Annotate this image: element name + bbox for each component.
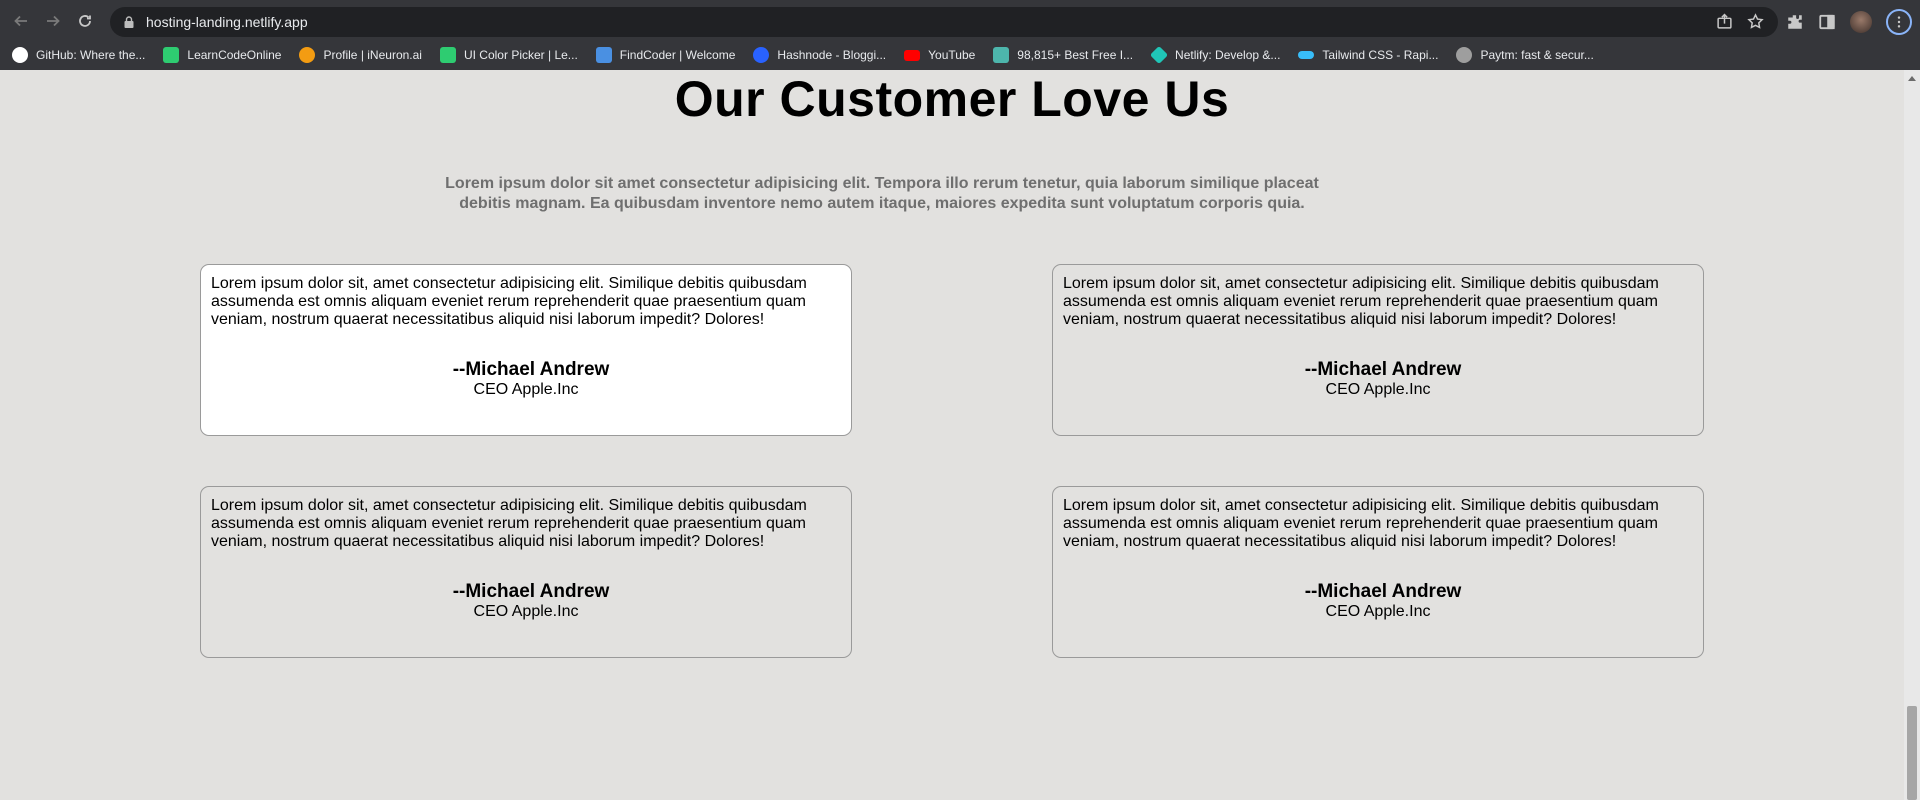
testimonial-author: --Michael Andrew	[1304, 359, 1462, 380]
bookmarks-bar: GitHub: Where the... LearnCodeOnline Pro…	[0, 40, 1920, 70]
forward-arrow-icon[interactable]	[42, 10, 64, 32]
hashnode-icon	[753, 47, 770, 63]
scrollbar-thumb[interactable]	[1907, 706, 1917, 800]
bookmark-item[interactable]: Paytm: fast & secur...	[1456, 47, 1594, 63]
testimonial-text: Lorem ipsum dolor sit, amet consectetur …	[1063, 275, 1659, 328]
testimonial-text: Lorem ipsum dolor sit, amet consectetur …	[211, 275, 807, 328]
page-scrollbar[interactable]	[1904, 70, 1920, 800]
tailwind-icon	[1298, 51, 1315, 59]
testimonial-role: CEO Apple.Inc	[473, 603, 579, 620]
ineuron-icon	[299, 47, 316, 63]
testimonial-card[interactable]: Lorem ipsum dolor sit, amet consectetur …	[1052, 486, 1704, 658]
bookmark-item[interactable]: YouTube	[904, 48, 975, 62]
globe-icon	[1456, 47, 1473, 63]
bookmark-star-icon[interactable]	[1747, 13, 1764, 30]
bookmark-item[interactable]: Tailwind CSS - Rapi...	[1298, 48, 1438, 62]
extensions-puzzle-icon[interactable]	[1786, 13, 1804, 31]
section-title: Our Customer Love Us	[674, 71, 1230, 127]
toolbar-actions	[1786, 9, 1912, 35]
bookmark-item[interactable]: LearnCodeOnline	[163, 47, 281, 63]
back-arrow-icon[interactable]	[10, 10, 32, 32]
learncodeonline-icon	[439, 47, 456, 63]
testimonial-card[interactable]: Lorem ipsum dolor sit, amet consectetur …	[1052, 264, 1704, 436]
testimonial-role: CEO Apple.Inc	[1325, 381, 1431, 398]
bookmark-item[interactable]: Hashnode - Bloggi...	[753, 47, 886, 63]
menu-button[interactable]	[1886, 9, 1912, 35]
testimonial-author: --Michael Andrew	[1304, 581, 1462, 602]
testimonial-card[interactable]: Lorem ipsum dolor sit, amet consectetur …	[200, 486, 852, 658]
lock-icon	[124, 16, 134, 28]
bookmark-item[interactable]: Netlify: Develop &...	[1149, 45, 1280, 65]
url-text: hosting-landing.netlify.app	[146, 14, 308, 30]
omnibox-actions	[1716, 13, 1764, 30]
bookmark-item[interactable]: Profile | iNeuron.ai	[299, 47, 422, 63]
testimonial-author: --Michael Andrew	[452, 359, 610, 380]
reload-icon[interactable]	[74, 10, 96, 32]
bookmark-item[interactable]: 98,815+ Best Free I...	[993, 47, 1133, 63]
browser-toolbar: hosting-landing.netlify.app	[0, 3, 1920, 38]
testimonial-text: Lorem ipsum dolor sit, amet consectetur …	[1063, 497, 1659, 550]
scroll-up-arrow-icon[interactable]	[1908, 76, 1916, 81]
profile-avatar[interactable]	[1850, 11, 1872, 33]
bookmark-item[interactable]: FindCoder | Welcome	[595, 47, 735, 63]
section-subtitle: Lorem ipsum dolor sit amet consectetur a…	[445, 175, 1319, 212]
testimonial-role: CEO Apple.Inc	[473, 381, 579, 398]
bookmark-item[interactable]: UI Color Picker | Le...	[439, 47, 578, 63]
netlify-icon	[1149, 45, 1169, 65]
address-bar[interactable]: hosting-landing.netlify.app	[110, 7, 1778, 37]
testimonials-section: Our Customer Love Us Lorem ipsum dolor s…	[0, 70, 1904, 800]
testimonial-card[interactable]: Lorem ipsum dolor sit, amet consectetur …	[200, 264, 852, 436]
testimonial-author: --Michael Andrew	[452, 581, 610, 602]
youtube-icon	[904, 49, 921, 61]
learncodeonline-icon	[163, 47, 180, 63]
side-panel-icon[interactable]	[1818, 13, 1836, 31]
code-icon	[595, 47, 612, 63]
bookmark-item[interactable]: GitHub: Where the...	[12, 47, 145, 63]
kebab-menu-icon	[1897, 16, 1901, 28]
testimonial-text: Lorem ipsum dolor sit, amet consectetur …	[211, 497, 807, 550]
share-icon[interactable]	[1716, 13, 1733, 30]
github-icon	[12, 47, 28, 63]
testimonial-role: CEO Apple.Inc	[1325, 603, 1431, 620]
freepik-icon	[993, 47, 1010, 63]
browser-chrome: hosting-landing.netlify.app GitHub: Wher…	[0, 0, 1920, 70]
